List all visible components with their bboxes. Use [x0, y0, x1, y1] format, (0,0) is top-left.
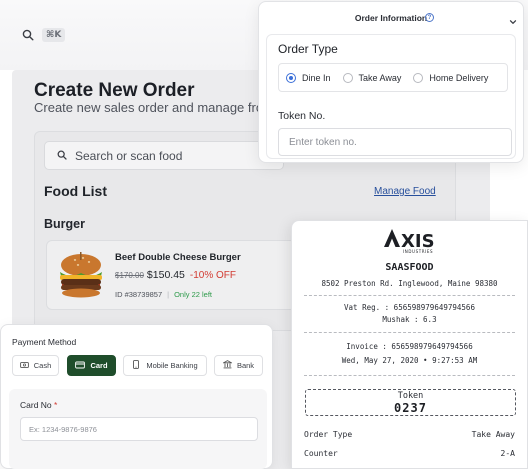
order-information-header[interactable]: Order Information — [259, 2, 523, 34]
pay-bank-button[interactable]: Bank — [214, 355, 263, 376]
order-type-take-away[interactable]: Take Away — [342, 72, 402, 83]
receipt-datetime: Wed, May 27, 2020 • 9:27:53 AM — [341, 356, 478, 365]
order-type-home-delivery[interactable]: Home Delivery — [413, 72, 489, 83]
search-icon — [22, 29, 34, 41]
burger-image — [56, 252, 106, 298]
row-label: Counter — [304, 449, 338, 458]
order-type-options: Dine In Take Away Home Delivery — [278, 63, 508, 92]
pay-method-label: Card — [90, 361, 108, 370]
pay-card-button[interactable]: Card — [67, 355, 116, 376]
stock-status: Only 22 left — [174, 290, 213, 299]
order-type-label: Order Type — [278, 42, 338, 56]
radio-home-delivery[interactable] — [413, 72, 424, 83]
food-search-input[interactable]: Search or scan food — [44, 141, 284, 170]
price-row: $170.00 $150.45 -10% OFF — [115, 269, 236, 281]
pay-method-label: Cash — [33, 361, 52, 370]
product-id: ID #38739857 — [115, 290, 163, 299]
order-type-dine-in[interactable]: Dine In — [286, 72, 331, 83]
category-title: Burger — [44, 217, 85, 231]
order-information-body: Order Type Dine In Take Away Home Delive… — [266, 34, 516, 159]
card-details-box: Card No * — [9, 389, 267, 469]
pay-method-label: Mobile Banking — [146, 361, 198, 370]
search-icon — [57, 149, 67, 163]
meta-separator: | — [167, 290, 170, 299]
dashed-divider — [304, 375, 515, 376]
food-list-title: Food List — [44, 183, 107, 199]
row-value: Take Away — [471, 430, 515, 439]
pay-cash-button[interactable]: Cash — [12, 355, 59, 376]
mobile-banking-icon — [132, 360, 141, 371]
svg-text:INDUSTRIES: INDUSTRIES — [403, 249, 433, 254]
pay-method-label: Bank — [236, 361, 255, 370]
payment-method-title: Payment Method — [12, 337, 77, 347]
required-mark: * — [54, 400, 58, 410]
radio-take-away[interactable] — [342, 72, 353, 83]
product-name: Beef Double Cheese Burger — [115, 252, 241, 263]
radio-dine-in[interactable] — [286, 72, 296, 83]
receipt-row-order-type: Order Type Take Away — [304, 430, 515, 439]
food-search-placeholder: Search or scan food — [75, 148, 183, 163]
info-icon[interactable]: ? — [425, 13, 434, 22]
token-value: 0237 — [394, 401, 427, 415]
axis-logo: XIS INDUSTRIES — [382, 228, 440, 254]
old-price: $170.00 — [115, 271, 144, 280]
bank-icon — [222, 360, 233, 371]
mushak: Mushak : 6.3 — [382, 315, 437, 324]
token-box: Token 0237 — [305, 389, 516, 416]
row-value: 2-A — [500, 449, 515, 458]
cash-icon — [19, 361, 29, 371]
option-label: Home Delivery — [429, 72, 489, 83]
token-title: Token — [397, 391, 424, 401]
card-number-label: Card No * — [20, 400, 57, 410]
manage-food-link[interactable]: Manage Food — [374, 186, 436, 197]
dashed-divider — [304, 295, 515, 296]
page-subtitle: Create new sales order and manage from — [34, 100, 264, 115]
option-label: Take Away — [358, 72, 402, 83]
option-label: Dine In — [302, 72, 331, 83]
discount-badge: -10% OFF — [189, 270, 237, 281]
order-information-panel: Order Information ? Order Type Dine In T… — [258, 1, 524, 163]
store-address: 8502 Preston Rd. Inglewood, Maine 98380 — [321, 279, 498, 288]
token-label: Token No. — [278, 110, 326, 122]
row-label: Order Type — [304, 430, 353, 439]
card-number-label-text: Card No — [20, 400, 52, 410]
payment-method-panel: Payment Method Cash Card Mobile Banking … — [0, 324, 273, 469]
receipt: XIS INDUSTRIES SAASFOOD 8502 Preston Rd.… — [291, 220, 528, 469]
pay-mobile-banking-button[interactable]: Mobile Banking — [123, 355, 207, 376]
global-search[interactable]: ⌘K — [22, 28, 66, 42]
vat-reg: Vat Reg. : 656598979649794566 — [344, 303, 475, 312]
shortcut-badge: ⌘K — [42, 28, 66, 42]
dashed-divider — [304, 332, 515, 333]
order-information-title: Order Information — [354, 13, 428, 23]
card-number-input[interactable] — [20, 417, 258, 441]
store-name: SAASFOOD — [385, 262, 434, 273]
chevron-down-icon[interactable] — [509, 13, 517, 31]
product-meta: ID #38739857 | Only 22 left — [115, 290, 212, 299]
receipt-row-counter: Counter 2-A — [304, 449, 515, 458]
page-title: Create New Order — [34, 80, 195, 101]
new-price: $150.45 — [146, 269, 185, 281]
invoice-number: Invoice : 656598979649794566 — [346, 342, 473, 351]
token-input[interactable] — [278, 128, 512, 156]
card-icon — [75, 361, 86, 371]
